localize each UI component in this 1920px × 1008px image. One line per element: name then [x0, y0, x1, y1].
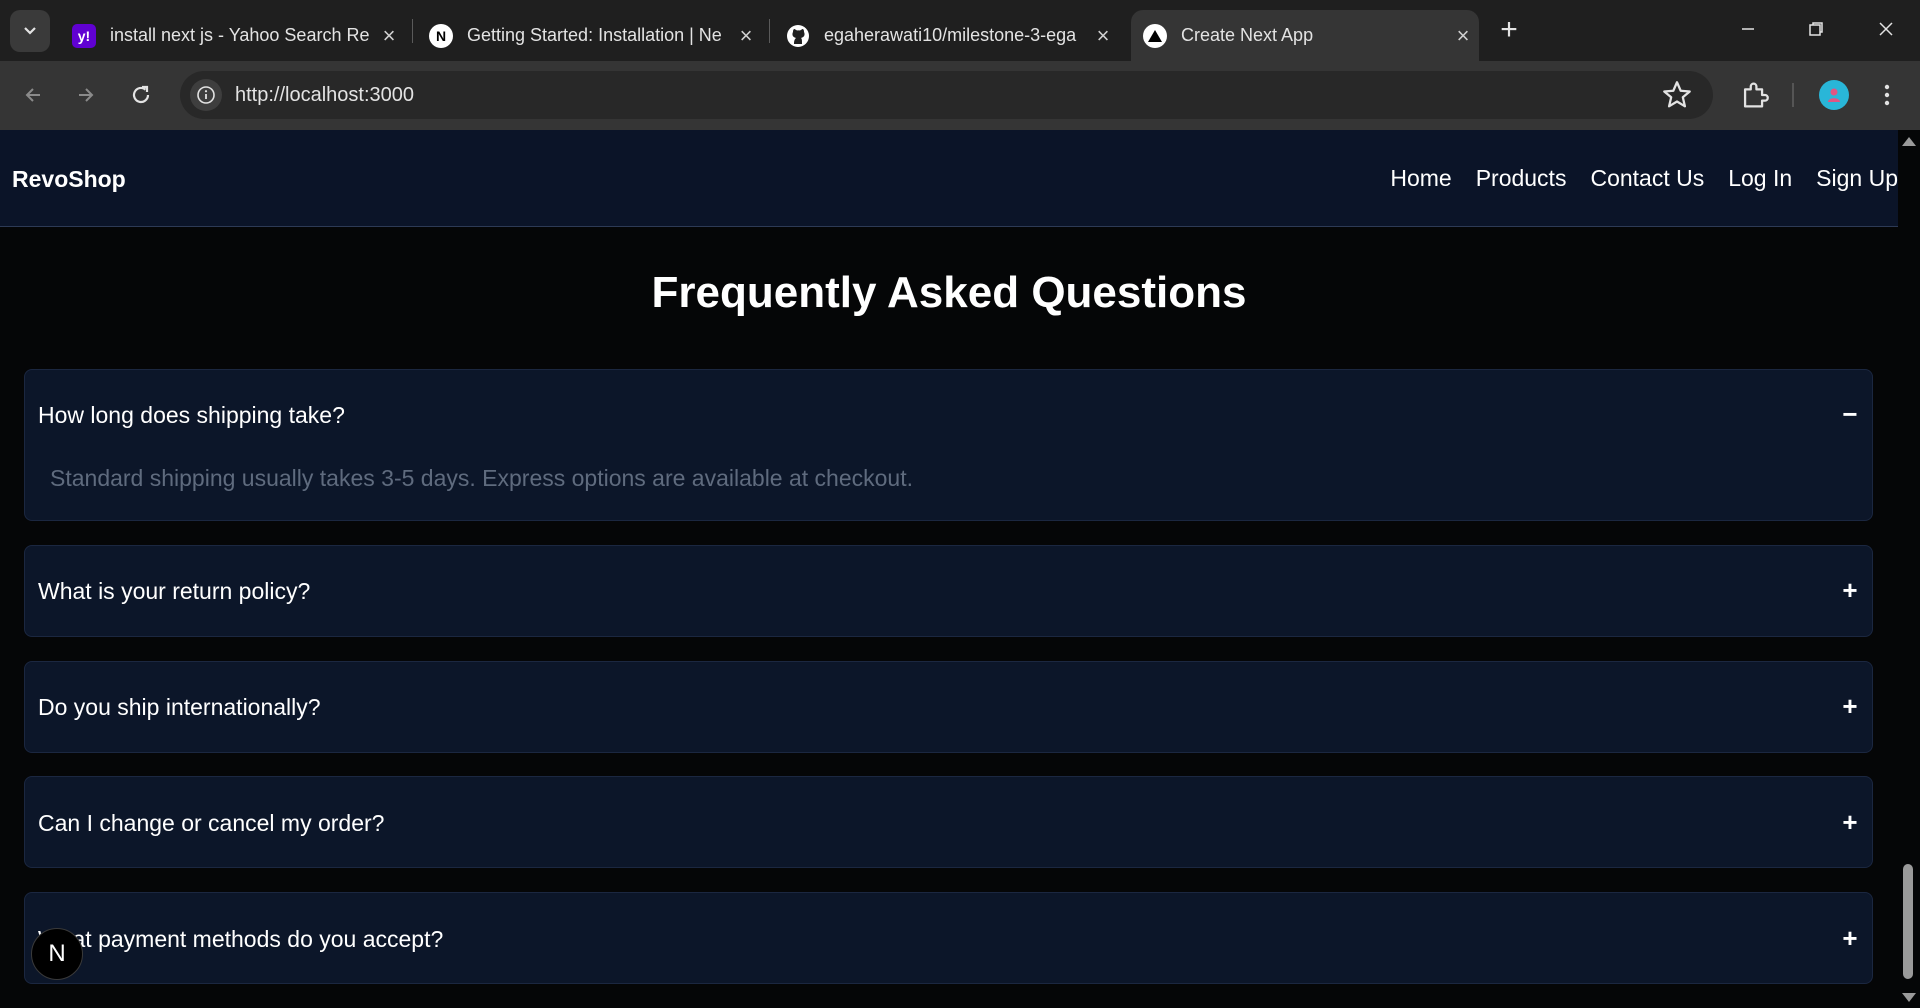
minimize-button[interactable] [1718, 12, 1778, 46]
tab-nextjs-docs[interactable]: N Getting Started: Installation | Ne × [417, 10, 762, 61]
nav-links: Home Products Contact Us Log In Sign Up [1390, 165, 1898, 192]
nextjs-dev-indicator[interactable]: N [31, 928, 83, 980]
faq-item-returns[interactable]: What is your return policy? + [24, 545, 1873, 637]
extensions-button[interactable] [1738, 78, 1772, 117]
page-viewport: RevoShop Home Products Contact Us Log In… [0, 130, 1898, 1008]
window-close-button[interactable] [1856, 12, 1916, 46]
more-vertical-icon [1884, 84, 1890, 106]
restore-button[interactable] [1786, 12, 1846, 46]
vercel-icon [1143, 23, 1167, 48]
close-icon [1879, 22, 1893, 36]
faq-question[interactable]: Do you ship internationally? [38, 694, 321, 721]
faq-question[interactable]: Can I change or cancel my order? [38, 810, 384, 837]
tab-yahoo[interactable]: y! install next js - Yahoo Search Re × [60, 10, 405, 61]
faq-item-shipping[interactable]: How long does shipping take? − Standard … [24, 369, 1873, 521]
tab-title: Getting Started: Installation | Ne [467, 25, 722, 45]
faq-question[interactable]: What payment methods do you accept? [38, 926, 443, 953]
faq-answer: Standard shipping usually takes 3-5 days… [50, 465, 914, 491]
tab-create-next-app[interactable]: Create Next App × [1131, 10, 1479, 61]
nav-link-sign-up[interactable]: Sign Up [1816, 165, 1898, 192]
back-button[interactable] [16, 78, 50, 112]
minimize-icon [1742, 28, 1754, 30]
browser-menu-button[interactable] [1870, 78, 1904, 112]
tab-separator [769, 19, 770, 43]
tab-separator [412, 19, 413, 43]
nav-link-products[interactable]: Products [1476, 165, 1567, 192]
faq-item-international[interactable]: Do you ship internationally? + [24, 661, 1873, 753]
brand-logo[interactable]: RevoShop [12, 166, 126, 193]
expand-toggle[interactable]: + [1840, 575, 1860, 606]
close-icon[interactable]: × [730, 23, 762, 49]
chevron-down-icon [24, 27, 36, 35]
restore-icon [1809, 22, 1823, 36]
nav-link-contact-us[interactable]: Contact Us [1590, 165, 1704, 192]
site-navbar: RevoShop Home Products Contact Us Log In… [0, 130, 1898, 227]
faq-question[interactable]: How long does shipping take? [38, 402, 345, 429]
new-tab-button[interactable]: + [1493, 14, 1525, 46]
nav-link-log-in[interactable]: Log In [1728, 165, 1792, 192]
reload-icon [132, 85, 150, 104]
scroll-up-arrow[interactable] [1902, 137, 1916, 146]
info-icon [197, 86, 215, 104]
tab-github[interactable]: egaherawati10/milestone-3-ega × [774, 10, 1119, 61]
tab-title: Create Next App [1181, 25, 1314, 45]
github-icon [786, 24, 810, 48]
reload-button[interactable] [124, 78, 158, 112]
tab-title: egaherawati10/milestone-3-ega [824, 25, 1077, 45]
nextjs-icon: N [429, 23, 453, 48]
forward-button[interactable] [69, 78, 103, 112]
close-icon[interactable]: × [1087, 23, 1119, 49]
star-icon [1663, 81, 1691, 108]
site-info-button[interactable] [190, 79, 222, 111]
tab-search-button[interactable] [10, 10, 50, 52]
browser-tab-bar: y! install next js - Yahoo Search Re × N… [0, 0, 1920, 61]
scroll-down-arrow[interactable] [1902, 993, 1916, 1002]
profile-avatar[interactable] [1819, 80, 1849, 110]
expand-toggle[interactable]: + [1840, 807, 1860, 838]
expand-toggle[interactable]: + [1840, 923, 1860, 954]
toolbar-separator [1792, 83, 1794, 107]
scrollbar-thumb[interactable] [1903, 864, 1913, 979]
faq-heading: Frequently Asked Questions [651, 268, 1247, 317]
arrow-right-icon [79, 88, 94, 102]
expand-toggle[interactable]: + [1840, 691, 1860, 722]
nav-link-home[interactable]: Home [1390, 165, 1451, 192]
arrow-left-icon [25, 88, 40, 102]
close-icon[interactable]: × [1447, 23, 1479, 49]
collapse-toggle[interactable]: − [1840, 399, 1860, 430]
bookmark-button[interactable] [1660, 78, 1694, 117]
faq-item-change-order[interactable]: Can I change or cancel my order? + [24, 776, 1873, 868]
close-icon[interactable]: × [373, 23, 405, 49]
faq-question[interactable]: What is your return policy? [38, 578, 310, 605]
faq-item-payment[interactable]: What payment methods do you accept? + [24, 892, 1873, 984]
profile-icon [1828, 88, 1840, 102]
url-text[interactable]: http://localhost:3000 [235, 84, 414, 107]
yahoo-icon: y! [72, 23, 96, 48]
puzzle-icon [1743, 82, 1769, 108]
tab-title: install next js - Yahoo Search Re [110, 25, 370, 45]
